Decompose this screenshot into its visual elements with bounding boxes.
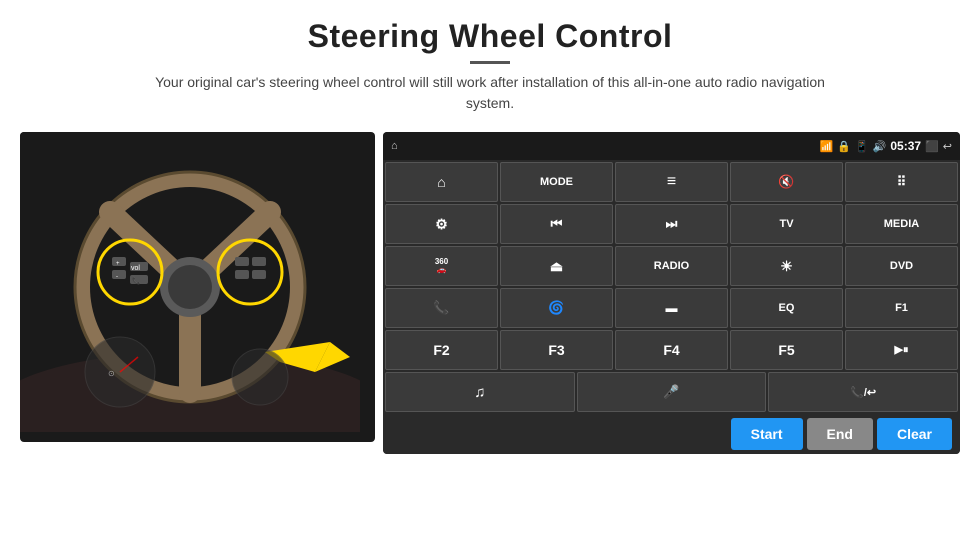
- btn-music[interactable]: ♫: [385, 372, 575, 412]
- back-icon: ↩: [943, 140, 952, 153]
- btn-playpause[interactable]: ▶⏸: [845, 330, 958, 370]
- btn-apps[interactable]: ⠿: [845, 162, 958, 202]
- svg-text:vol: vol: [131, 265, 140, 272]
- svg-text:+: +: [116, 261, 120, 267]
- svg-text:📞: 📞: [132, 276, 141, 285]
- status-time: 05:37: [890, 139, 921, 153]
- status-bar: ⌂ 📶 🔒 📱 🔊 05:37 ⬛ ↩: [383, 132, 960, 160]
- wifi-icon: 📶: [820, 140, 834, 153]
- btn-call-end[interactable]: 📞/↩: [768, 372, 958, 412]
- bt-icon: 🔊: [873, 140, 887, 153]
- radio-panel: ⌂ 📶 🔒 📱 🔊 05:37 ⬛ ↩ MODE ≡ 🔇: [383, 132, 960, 454]
- btn-home[interactable]: [385, 162, 498, 202]
- lock-icon: 🔒: [837, 140, 851, 153]
- btn-brightness[interactable]: ☀: [730, 246, 843, 286]
- btn-media[interactable]: MEDIA: [845, 204, 958, 244]
- btn-eq[interactable]: EQ: [730, 288, 843, 328]
- start-button[interactable]: Start: [731, 418, 803, 450]
- status-left: ⌂: [391, 140, 398, 152]
- btn-browser[interactable]: 🌀: [500, 288, 613, 328]
- btn-f1[interactable]: F1: [845, 288, 958, 328]
- status-icons: 📶 🔒 📱 🔊 05:37 ⬛ ↩: [820, 139, 952, 153]
- bottom-action-bar: Start End Clear: [383, 414, 960, 454]
- steering-wheel-image: + - vol 📞 ⊙: [20, 132, 375, 442]
- btn-mode[interactable]: MODE: [500, 162, 613, 202]
- btn-f3[interactable]: F3: [500, 330, 613, 370]
- content-area: + - vol 📞 ⊙: [0, 122, 980, 544]
- btn-phone[interactable]: 📞: [385, 288, 498, 328]
- cast-icon: ⬛: [925, 140, 939, 153]
- btn-f4[interactable]: F4: [615, 330, 728, 370]
- page-container: Steering Wheel Control Your original car…: [0, 0, 980, 544]
- page-subtitle: Your original car's steering wheel contr…: [150, 72, 830, 114]
- btn-f2[interactable]: F2: [385, 330, 498, 370]
- btn-tv[interactable]: TV: [730, 204, 843, 244]
- page-title: Steering Wheel Control: [40, 18, 940, 55]
- home-status-icon: ⌂: [391, 140, 398, 152]
- svg-text:-: -: [116, 274, 118, 280]
- btn-next[interactable]: ⏭: [615, 204, 728, 244]
- svg-text:⊙: ⊙: [108, 369, 115, 378]
- btn-radio[interactable]: RADIO: [615, 246, 728, 286]
- btn-eject[interactable]: ⏏: [500, 246, 613, 286]
- btn-360[interactable]: 360🚗: [385, 246, 498, 286]
- btn-prev[interactable]: ⏮: [500, 204, 613, 244]
- btn-screen[interactable]: ▬: [615, 288, 728, 328]
- bottom-button-row: ♫ 🎤 📞/↩: [383, 372, 960, 414]
- sim-icon: 📱: [855, 140, 869, 153]
- btn-f5[interactable]: F5: [730, 330, 843, 370]
- btn-mic[interactable]: 🎤: [577, 372, 767, 412]
- title-divider: [470, 61, 510, 64]
- btn-vol-mute[interactable]: 🔇: [730, 162, 843, 202]
- btn-dvd[interactable]: DVD: [845, 246, 958, 286]
- clear-button[interactable]: Clear: [877, 418, 952, 450]
- btn-list[interactable]: ≡: [615, 162, 728, 202]
- button-grid-row1: MODE ≡ 🔇 ⠿ ⚙ ⏮ ⏭ TV MEDIA 360🚗 ⏏ RADIO ☀…: [383, 160, 960, 372]
- end-button[interactable]: End: [807, 418, 873, 450]
- header-section: Steering Wheel Control Your original car…: [0, 0, 980, 122]
- btn-settings[interactable]: ⚙: [385, 204, 498, 244]
